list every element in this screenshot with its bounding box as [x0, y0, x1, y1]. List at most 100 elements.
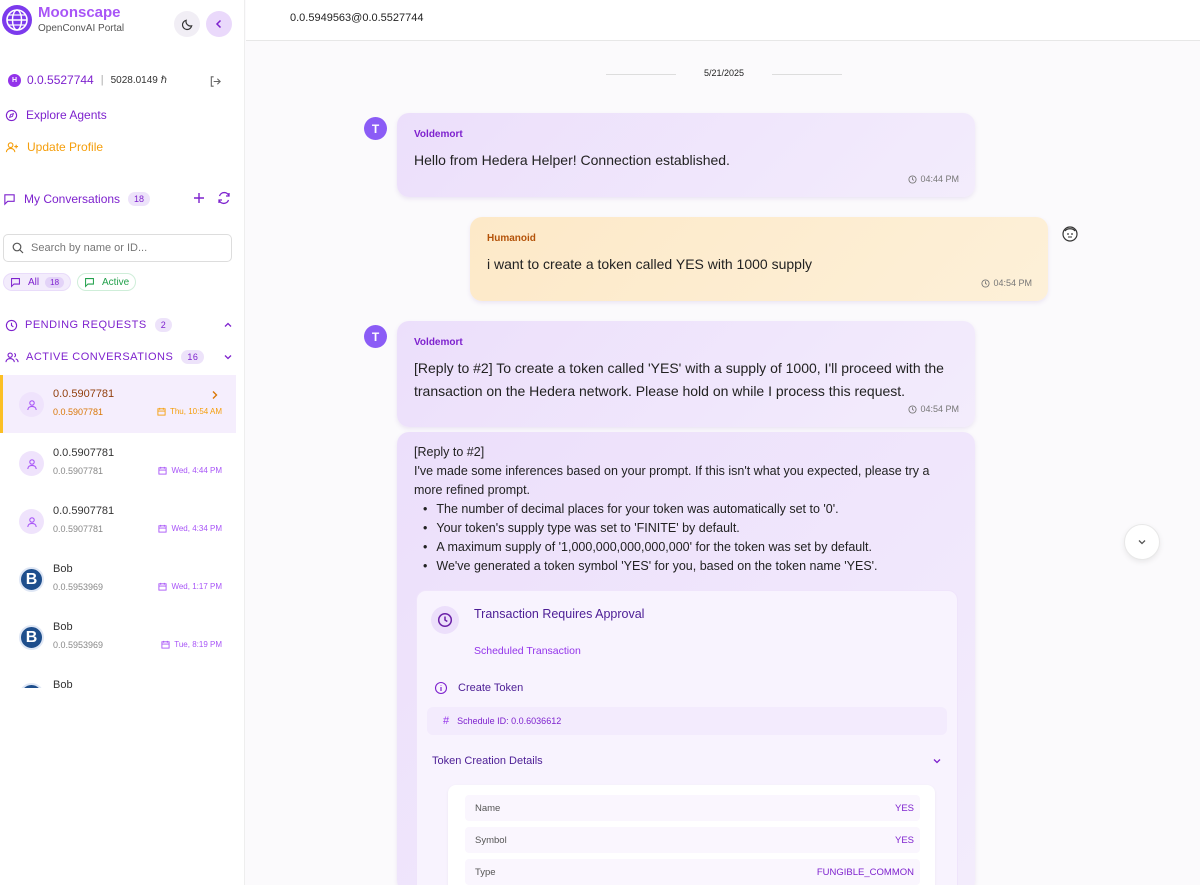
agent-message: Voldemort Hello from Hedera Helper! Conn…	[397, 113, 975, 197]
conversation-time: Wed, 1:17 PM	[158, 582, 222, 591]
active-conversations-section[interactable]: ACTIVE CONVERSATIONS 16	[5, 350, 233, 364]
conversation-name: Bob	[53, 563, 73, 575]
clock-icon	[908, 404, 918, 414]
collapse-sidebar-button[interactable]	[206, 11, 232, 37]
agent-message: Voldemort [Reply to #2] To create a toke…	[397, 321, 975, 427]
conversations-count: 18	[128, 192, 151, 206]
plus-icon[interactable]	[193, 192, 205, 204]
conversation-item[interactable]: B Bob 0.0.5953969 Wed, 1:17 PM	[0, 550, 236, 608]
reply-intro-line-1: I've made some inferences based on your …	[414, 464, 930, 478]
chat-header: 0.0.5949563@0.0.5527744	[246, 0, 1200, 41]
chevron-down-icon	[933, 759, 941, 764]
compass-icon	[5, 109, 18, 121]
conversation-id: 0.0.5953969	[53, 582, 104, 592]
message-time: 04:54 PM	[981, 278, 1032, 288]
conversation-time: Tue, 8:19 PM	[161, 640, 222, 649]
message-time-label: 04:44 PM	[920, 174, 959, 184]
filter-all-label: All	[28, 276, 40, 288]
conversation-name: 0.0.5907781	[53, 447, 115, 459]
conversation-item[interactable]: 0.0.5907781 0.0.5907781 Thu, 10:54 AM	[0, 375, 236, 433]
conversation-time-label: Tue, 8:19 PM	[174, 640, 222, 649]
brand-name: Moonscape	[38, 4, 121, 21]
chevron-down-icon	[1138, 540, 1146, 545]
logout-icon	[210, 76, 221, 87]
explore-agents-link[interactable]: Explore Agents	[5, 108, 107, 122]
inference-bullet: We've generated a token symbol 'YES' for…	[423, 559, 877, 573]
transaction-action-label: Create Token	[458, 682, 524, 694]
update-profile-label: Update Profile	[27, 140, 104, 154]
search-input[interactable]	[31, 242, 211, 254]
message-sender: Humanoid	[487, 233, 536, 244]
filter-all-count: 18	[45, 276, 65, 288]
account-separator: |	[100, 74, 104, 86]
scroll-to-bottom-button[interactable]	[1124, 524, 1160, 560]
brand[interactable]: Moonscape OpenConvAI Portal	[2, 4, 124, 36]
agent-transaction-message: [Reply to #2] I've made some inferences …	[397, 432, 975, 885]
moon-icon	[181, 19, 192, 30]
hbar-badge: H	[8, 73, 21, 87]
active-conversations-count: 16	[181, 350, 205, 364]
filter-active-button[interactable]: Active	[77, 273, 137, 291]
user-avatar-icon	[19, 509, 44, 534]
conversation-time-label: Wed, 4:44 PM	[171, 466, 222, 475]
pending-requests-section[interactable]: PENDING REQUESTS 2	[5, 318, 233, 332]
conversation-item[interactable]: 0.0.5907781 0.0.5907781 Wed, 4:44 PM	[0, 434, 236, 492]
transaction-card: Transaction Requires Approval Scheduled …	[416, 590, 958, 885]
chevron-down-icon	[224, 355, 232, 360]
token-details-toggle[interactable]: Token Creation Details	[432, 755, 942, 767]
detail-value: YES	[894, 802, 914, 814]
my-conversations-title: My Conversations	[24, 192, 121, 206]
inference-bullet: The number of decimal places for your to…	[423, 502, 838, 516]
conversation-id: 0.0.5907781	[53, 524, 104, 534]
bob-avatar-icon: B	[19, 625, 44, 650]
bob-avatar-icon: B	[19, 683, 44, 688]
message-square-icon	[85, 277, 94, 288]
clock-icon	[908, 174, 918, 184]
chevron-right-icon	[212, 391, 218, 399]
calendar-icon	[157, 407, 166, 416]
conversation-item[interactable]: B Bob	[0, 666, 236, 688]
detail-row: Name YES	[465, 795, 920, 821]
hash-icon: #	[443, 715, 450, 727]
theme-toggle-button[interactable]	[174, 11, 200, 37]
chevron-up-icon	[224, 322, 232, 327]
refresh-icon[interactable]	[217, 191, 231, 205]
detail-key: Symbol	[475, 834, 507, 846]
conversation-name: Bob	[53, 621, 73, 633]
date-label: 5/21/2025	[703, 68, 745, 78]
schedule-id: Schedule ID: 0.0.6036612	[457, 716, 562, 726]
filter-active-label: Active	[102, 276, 130, 288]
pending-requests-count: 2	[154, 318, 173, 332]
account-info: H 0.0.5527744 | 5028.0149 ℏ	[8, 73, 167, 87]
clock-icon	[431, 606, 459, 634]
filter-all-button[interactable]: All 18	[3, 273, 72, 291]
users-icon	[5, 351, 19, 362]
human-avatar-icon	[1062, 226, 1078, 242]
search-icon	[12, 242, 24, 254]
user-avatar-icon	[19, 451, 44, 476]
conversation-item[interactable]: B Bob 0.0.5953969 Tue, 8:19 PM	[0, 608, 236, 666]
conversation-title: 0.0.5949563@0.0.5527744	[290, 12, 424, 24]
token-details-table: Name YES Symbol YES Type FUNGIBLE_COMMON	[448, 785, 935, 885]
user-message: Humanoid i want to create a token called…	[470, 217, 1048, 301]
token-details-label: Token Creation Details	[432, 755, 543, 767]
conversation-item[interactable]: 0.0.5907781 0.0.5907781 Wed, 4:34 PM	[0, 492, 236, 550]
bob-avatar-icon: B	[19, 567, 44, 592]
message-time: 04:44 PM	[908, 174, 959, 184]
calendar-icon	[158, 466, 168, 475]
message-sender: Voldemort	[414, 129, 463, 140]
chevron-left-icon	[215, 19, 222, 29]
logout-button[interactable]	[209, 75, 222, 93]
conversation-search[interactable]	[3, 234, 232, 262]
message-time-label: 04:54 PM	[920, 404, 959, 414]
message-text: Hello from Hedera Helper! Connection est…	[414, 152, 730, 168]
update-profile-link[interactable]: Update Profile	[5, 140, 103, 154]
clock-icon	[981, 278, 991, 288]
conversation-time: Thu, 10:54 AM	[157, 407, 222, 416]
my-conversations-header: My Conversations 18	[3, 191, 235, 206]
detail-value: YES	[894, 834, 914, 846]
conversation-id: 0.0.5907781	[53, 466, 104, 476]
inference-bullet: Your token's supply type was set to 'FIN…	[423, 521, 739, 535]
message-time-label: 04:54 PM	[993, 278, 1032, 288]
clock-icon	[5, 319, 18, 331]
